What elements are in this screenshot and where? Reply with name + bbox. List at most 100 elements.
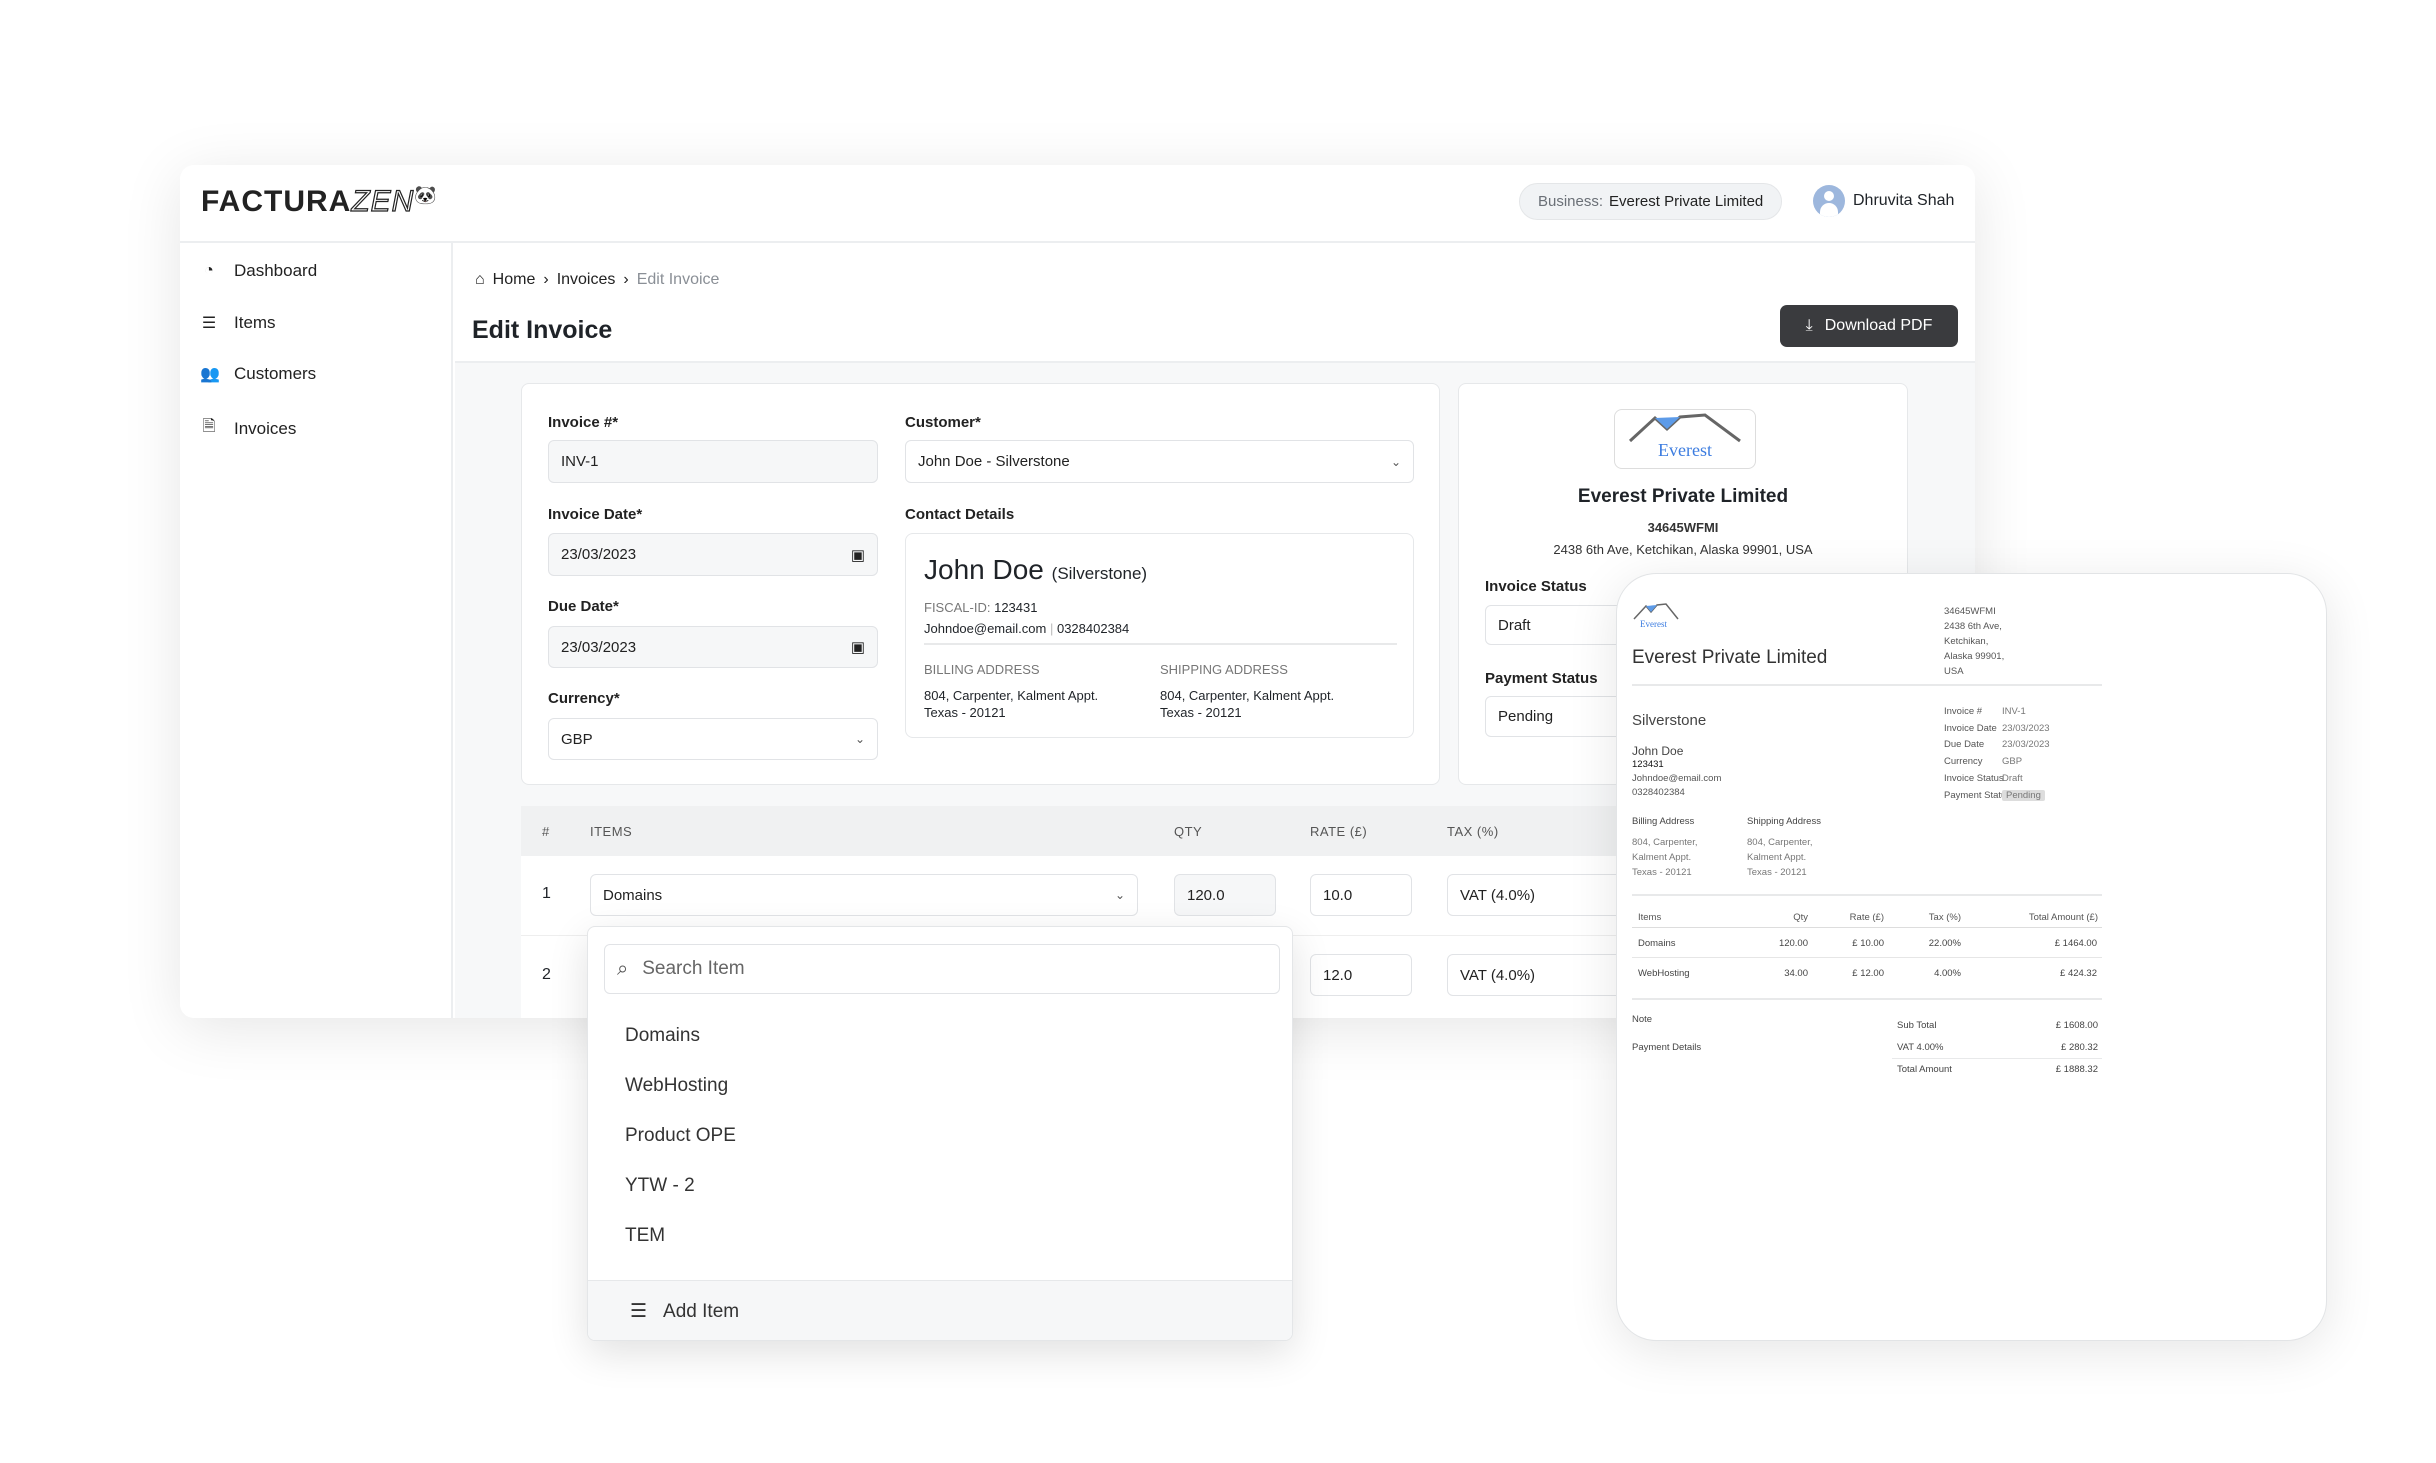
tax-value: VAT (4.0%) — [1460, 966, 1536, 984]
download-pdf-button[interactable]: ⤓ Download PDF — [1780, 305, 1958, 347]
rate-input[interactable]: 12.0 — [1310, 954, 1412, 996]
dropdown-option[interactable]: TEM — [625, 1225, 665, 1247]
due-date-input[interactable]: 23/03/2023 ▣ — [548, 626, 878, 668]
customer-select[interactable]: John Doe - Silverstone ⌄ — [905, 440, 1414, 483]
due-date-label: Due Date* — [548, 598, 619, 615]
sidebar-item-invoices[interactable]: 🗎 Invoices — [200, 415, 297, 442]
sidebar-item-items[interactable]: ☰ Items — [200, 313, 276, 333]
user-name[interactable]: Dhruvita Shah — [1853, 192, 1954, 210]
file-icon: 🗎 — [202, 418, 216, 435]
invoice-form-card: Invoice #* INV-1 Invoice Date* 23/03/202… — [521, 383, 1440, 785]
address-line: 804, Carpenter, — [1747, 837, 1813, 848]
logo-text: Everest — [1640, 619, 1667, 629]
breadcrumb-home[interactable]: Home — [493, 271, 536, 289]
add-item-button[interactable]: ☰ Add Item — [588, 1280, 1292, 1340]
customer-name: John Doe — [1632, 744, 1684, 758]
chevron-down-icon: ⌄ — [1390, 454, 1401, 469]
col-qty: Qty — [1793, 912, 1808, 923]
rate-value: 10.0 — [1323, 886, 1353, 904]
sidebar-item-dashboard[interactable]: ◔ Dashboard — [200, 261, 317, 281]
address-line: 34645WFMI — [1944, 606, 1996, 617]
calendar-icon[interactable]: ▣ — [851, 638, 865, 656]
tax-select[interactable]: VAT (4.0%) — [1447, 954, 1627, 996]
cell: 4.00% — [1934, 968, 1961, 979]
user-avatar-icon[interactable] — [1813, 185, 1845, 217]
dropdown-option[interactable]: WebHosting — [625, 1075, 728, 1097]
breadcrumb-current: Edit Invoice — [636, 271, 720, 288]
row-number: 2 — [542, 966, 551, 983]
payment-status-value: Pending — [1498, 708, 1554, 725]
col-qty: QTY — [1174, 824, 1203, 839]
sidebar-item-label: Invoices — [234, 418, 297, 438]
mountain-icon — [1628, 413, 1741, 443]
top-header: FACTURAZEN🐼 Business: Everest Private Lim… — [180, 165, 1975, 243]
sidebar-item-customers[interactable]: 👥 Customers — [200, 364, 316, 384]
add-item-label: Add Item — [663, 1300, 740, 1322]
logo-text: Everest — [1658, 440, 1712, 460]
meta-label: Invoice # — [1944, 706, 1983, 717]
meta-label: Due Date — [1944, 739, 1985, 751]
logo-text-zen: ZEN — [351, 184, 415, 218]
contact-name-row: John Doe (Silverstone) — [924, 554, 1147, 586]
factura-zen-logo[interactable]: FACTURAZEN🐼 — [201, 184, 438, 219]
preview-meta-labels: Invoice # Invoice Date Due Date Currency Inv… — [1944, 704, 2011, 804]
col-items: Items — [1638, 912, 1662, 923]
vat-value: £ 280.32 — [2061, 1042, 2098, 1053]
billing-line: 804, Carpenter, Kalment Appt. — [924, 688, 1099, 703]
item-select[interactable]: Domains ⌄ — [590, 874, 1138, 916]
home-icon[interactable]: ⌂ — [475, 271, 485, 289]
billing-address: 804, Carpenter, Kalment Appt. Texas - 201… — [924, 687, 1098, 721]
calendar-icon[interactable]: ▣ — [851, 546, 865, 564]
cell: 34.00 — [1784, 968, 1808, 979]
business-address: 2438 6th Ave, Ketchikan, Alaska 99901, U… — [1553, 542, 1813, 557]
col-rate: Rate (£) — [1849, 912, 1884, 923]
fiscal-label: FISCAL-ID: — [924, 600, 991, 615]
rate-input[interactable]: 10.0 — [1310, 874, 1412, 916]
preview-table-header: Items Qty Rate (£) Tax (%) Total Amount … — [1632, 912, 2102, 928]
tax-select[interactable]: VAT (4.0%) — [1447, 874, 1627, 916]
preview-address: 34645WFMI 2438 6th Ave, Ketchikan, Alaska 9… — [1944, 604, 2004, 679]
payment-details-label: Payment Details — [1632, 1042, 1702, 1053]
col-tax: TAX (%) — [1447, 824, 1499, 839]
address-line: Ketchikan, — [1944, 636, 1989, 647]
dropdown-option[interactable]: Domains — [625, 1025, 700, 1047]
mountain-icon — [1633, 603, 1679, 620]
business-selector[interactable]: Business: Everest Private Limited — [1519, 183, 1783, 220]
customer-value: John Doe - Silverstone — [918, 453, 1070, 470]
business-label: Business: — [1538, 193, 1604, 210]
contact-company: (Silverstone) — [1051, 564, 1148, 583]
meta-value: 23/03/2023 — [2002, 739, 2050, 751]
chevron-down-icon: ⌄ — [854, 732, 865, 746]
meta-value: Draft — [2002, 772, 2023, 784]
cell: £ 10.00 — [1852, 938, 1884, 949]
cell: 120.00 — [1778, 938, 1808, 949]
contact-phone: 0328402384 — [1056, 621, 1130, 636]
invoice-preview: Everest Everest Private Limited 34645WFM… — [1616, 573, 2327, 1341]
dropdown-option[interactable]: Product OPE — [625, 1125, 736, 1147]
search-icon: ⌕ — [617, 957, 629, 980]
col-items: ITEMS — [590, 824, 633, 839]
currency-value: GBP — [561, 730, 593, 748]
invoice-date-input[interactable]: 23/03/2023 ▣ — [548, 533, 878, 576]
shipping-label: Shipping Address — [1747, 816, 1821, 827]
vat-label: VAT 4.00% — [1897, 1042, 1944, 1053]
chevron-right-icon: › — [543, 271, 549, 288]
subtotal-value: £ 1608.00 — [2055, 1020, 2098, 1031]
currency-select[interactable]: GBP ⌄ — [548, 718, 878, 760]
tax-value: VAT (4.0%) — [1460, 886, 1536, 904]
contact-email: Johndoe@email.com — [924, 621, 1047, 636]
preview-row: WebHosting 34.00 £ 12.00 4.00% £ 424.32 — [1632, 968, 2102, 988]
invoice-status-label: Invoice Status — [1485, 578, 1587, 595]
col-total: Total Amount (£) — [2028, 912, 2098, 923]
qty-input[interactable]: 120.0 — [1174, 874, 1276, 916]
fiscal-row: FISCAL-ID: 123431 — [924, 600, 1037, 615]
sidebar-item-label: Customers — [234, 364, 317, 383]
customer-id: 123431 — [1632, 759, 1664, 770]
invoice-number-input[interactable]: INV-1 — [548, 440, 878, 483]
search-item-input[interactable]: ⌕ Search Item — [604, 944, 1280, 994]
breadcrumb-invoices[interactable]: Invoices — [557, 271, 616, 289]
invoice-date-value: 23/03/2023 — [561, 546, 637, 563]
dropdown-option[interactable]: YTW - 2 — [625, 1175, 695, 1197]
address-line: Texas - 20121 — [1632, 867, 1692, 878]
row-number: 1 — [542, 885, 551, 902]
